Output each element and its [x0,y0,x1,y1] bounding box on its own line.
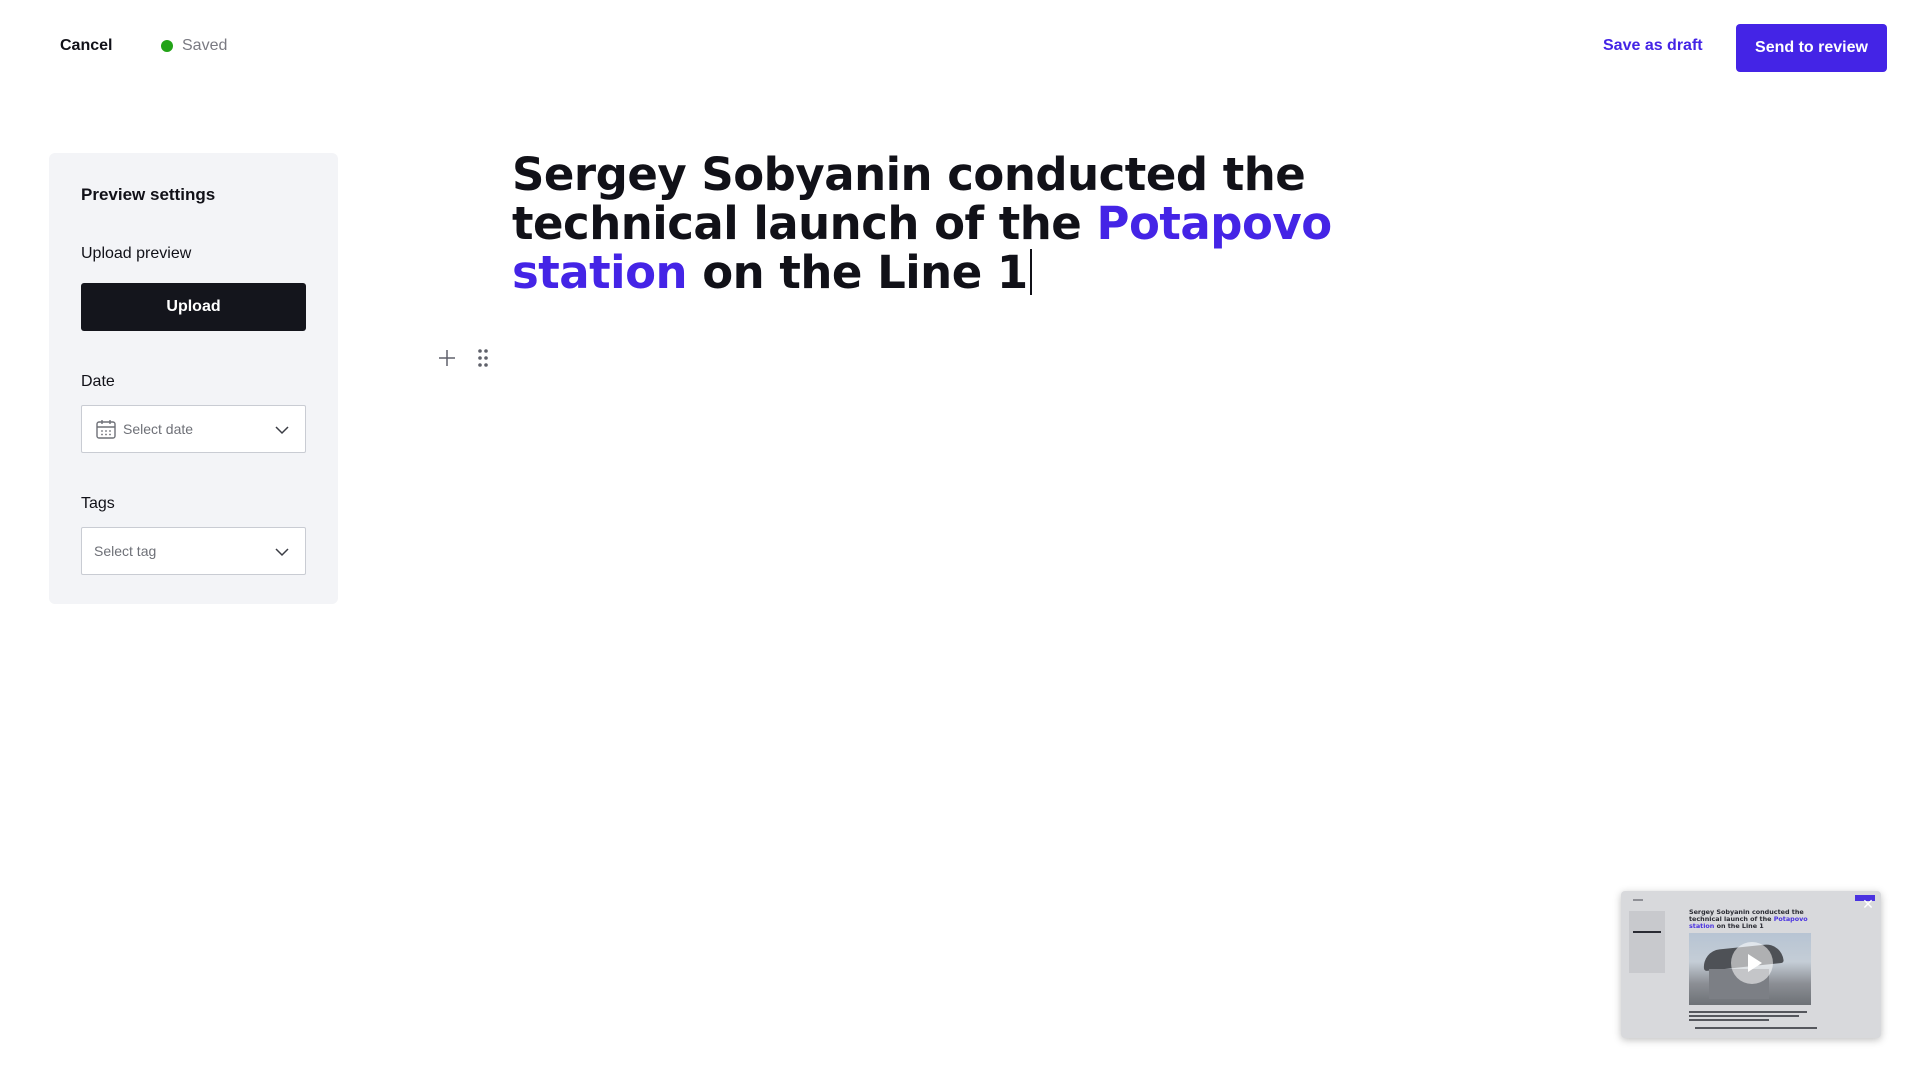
save-as-draft-button[interactable]: Save as draft [1603,37,1703,55]
video-preview-line [1695,1027,1817,1029]
saved-status-dot-icon [161,40,173,52]
play-icon[interactable] [1731,942,1773,984]
panel-title: Preview settings [81,185,216,204]
text-caret [1029,249,1032,295]
tutorial-video-thumbnail[interactable]: ✕ Sergey Sobyanin conducted the technica… [1621,891,1881,1038]
send-to-review-button[interactable]: Send to review [1736,24,1887,72]
tags-placeholder: Select tag [94,543,157,559]
video-preview-line [1633,899,1643,901]
upload-preview-label: Upload preview [81,245,192,262]
chevron-down-icon [275,426,289,435]
video-title-text-end: on the Line 1 [1714,922,1764,930]
video-preview-panel [1629,911,1665,973]
article-headline-editor[interactable]: Sergey Sobyanin conducted the technical … [512,150,1392,297]
plus-icon[interactable] [436,347,458,369]
chevron-down-icon [275,548,289,557]
video-preview-line [1633,931,1661,933]
tags-select[interactable]: Select tag [81,527,306,575]
video-preview-line [1689,1019,1769,1021]
video-preview-line [1689,1011,1807,1013]
drag-handle-icon[interactable] [472,347,494,369]
cancel-button[interactable]: Cancel [60,37,112,55]
tags-label: Tags [81,495,115,512]
preview-settings-panel: Preview settings Upload preview Upload D… [49,153,338,604]
date-select[interactable]: Select date [81,405,306,453]
top-bar: Cancel Saved Save as draft Send to revie… [0,0,1921,96]
saved-status-label: Saved [182,37,228,54]
date-placeholder: Select date [123,421,194,437]
video-preview-title: Sergey Sobyanin conducted the technical … [1689,909,1809,930]
saved-status: Saved [161,37,227,55]
calendar-icon [96,420,116,439]
date-label: Date [81,373,115,390]
close-icon[interactable]: ✕ [1861,897,1875,911]
video-preview-line [1689,1015,1799,1017]
block-toolbar [436,347,494,369]
upload-button[interactable]: Upload [81,283,306,331]
headline-text-end: on the Line 1 [687,246,1028,299]
